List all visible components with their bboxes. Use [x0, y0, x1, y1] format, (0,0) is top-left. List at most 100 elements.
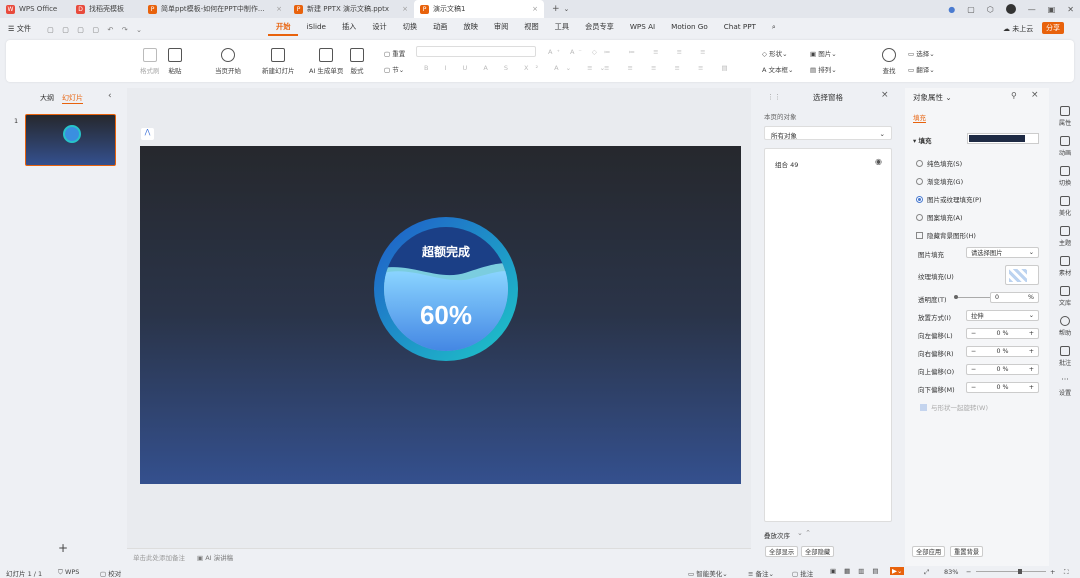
tab-wps-ai[interactable]: WPS AI: [622, 22, 663, 36]
select-button[interactable]: ▭ 选择⌄: [908, 48, 935, 58]
ai-generate-button[interactable]: AI 生成单页: [309, 48, 343, 75]
search-icon[interactable]: ⌕: [764, 22, 784, 36]
slider-handle[interactable]: [954, 295, 958, 299]
object-filter-select[interactable]: 所有对象 ⌄: [764, 126, 892, 140]
progress-graphic[interactable]: 超额完成 60%: [140, 146, 741, 484]
offset-left-stepper[interactable]: − 0 % +: [966, 328, 1039, 339]
chevron-down-icon[interactable]: ⌄: [564, 5, 570, 13]
ai-notes-button[interactable]: ▣ AI 演讲稿: [197, 552, 233, 562]
collapse-icon[interactable]: ‹: [108, 91, 112, 101]
format-painter-button[interactable]: 格式刷: [140, 48, 160, 75]
tab-wps-office[interactable]: W WPS Office: [0, 0, 70, 18]
sidebar-item-assets[interactable]: 素材: [1050, 256, 1080, 277]
sidebar-item-transition[interactable]: 切换: [1050, 166, 1080, 187]
shape-button[interactable]: ◇ 形状⌄: [762, 48, 788, 58]
slide-canvas[interactable]: 超额完成 60%: [140, 146, 741, 484]
pattern-fill-option[interactable]: 图案填充(A): [916, 212, 963, 222]
picture-button[interactable]: ▣ 图片⌄: [810, 48, 837, 58]
comments-button[interactable]: ▢ 批注: [792, 568, 813, 578]
menu-icon[interactable]: ☰ 文件: [0, 24, 39, 34]
close-icon[interactable]: ×: [881, 90, 889, 100]
transparency-slider[interactable]: [954, 295, 991, 299]
hide-background-checkbox[interactable]: 隐藏背景图形(H): [916, 230, 976, 240]
solid-fill-option[interactable]: 纯色填充(S): [916, 158, 962, 168]
smart-beautify-button[interactable]: ▭ 智能美化⌄: [688, 568, 728, 578]
zoom-slider[interactable]: [976, 569, 1046, 574]
picture-fill-select[interactable]: 请选择图片 ⌄: [966, 247, 1039, 258]
cube-icon[interactable]: ⬡: [987, 5, 994, 14]
plus-icon[interactable]: +: [1029, 348, 1034, 355]
font-name-select[interactable]: [416, 46, 536, 57]
tab-design[interactable]: 设计: [364, 22, 394, 36]
font-style-buttons[interactable]: B I U A S X² A⌄ ≡⌄: [424, 64, 612, 72]
sidebar-item-settings[interactable]: ··· 设置: [1050, 376, 1080, 398]
tab-slideshow[interactable]: 放映: [456, 22, 486, 36]
tab-chat-ppt[interactable]: Chat PPT: [716, 22, 764, 36]
tab-doc-1[interactable]: P 简单ppt模板-如何在PPT中制作... ×: [142, 0, 288, 18]
paste-button[interactable]: 粘贴: [168, 48, 182, 75]
font-size-controls[interactable]: A⁺ A⁻ ◇: [548, 48, 601, 56]
rotate-with-shape-checkbox[interactable]: 与形状一起旋转(W): [920, 402, 988, 412]
proofread-button[interactable]: ▢ 校对: [100, 568, 121, 578]
close-icon[interactable]: ×: [1031, 90, 1039, 100]
move-down-icon[interactable]: ⌄ ⌃: [797, 529, 811, 537]
sidebar-item-library[interactable]: 文库: [1050, 286, 1080, 307]
fit-icon[interactable]: ⤢: [924, 568, 929, 577]
object-item[interactable]: 组合 49: [775, 159, 798, 169]
plus-icon[interactable]: +: [1029, 384, 1034, 391]
slideshow-button[interactable]: ▶⌄: [890, 567, 905, 575]
wps-status[interactable]: ⛉ WPS: [58, 568, 79, 577]
plus-icon[interactable]: +: [1029, 330, 1034, 337]
translate-button[interactable]: ▭ 翻译⌄: [908, 64, 935, 74]
apply-all-button[interactable]: 全部应用: [912, 546, 946, 557]
tab-islide[interactable]: iSlide: [298, 22, 334, 36]
minus-icon[interactable]: −: [971, 366, 976, 373]
transparency-stepper[interactable]: 0%: [990, 292, 1039, 303]
offset-up-stepper[interactable]: − 0 % +: [966, 364, 1039, 375]
share-button[interactable]: 分享: [1042, 22, 1064, 34]
maximize-icon[interactable]: ▣: [1048, 5, 1056, 14]
layout-button[interactable]: 版式: [350, 48, 364, 75]
texture-picker[interactable]: [1005, 265, 1039, 285]
new-tab-icon[interactable]: +: [552, 4, 560, 14]
eye-icon[interactable]: ◉: [875, 157, 882, 166]
fill-color-picker[interactable]: [967, 133, 1039, 144]
plus-icon[interactable]: +: [1029, 366, 1034, 373]
tab-tools[interactable]: 工具: [547, 22, 577, 36]
notes-button[interactable]: ≡ 备注⌄: [748, 568, 774, 578]
sidebar-item-properties[interactable]: 属性: [1050, 106, 1080, 127]
pin-icon[interactable]: ⚲: [1011, 91, 1017, 100]
sidebar-item-help[interactable]: 帮助: [1050, 316, 1080, 337]
tab-docer[interactable]: D 找稻壳模板: [70, 0, 142, 18]
fill-section-toggle[interactable]: ▾ 填充: [913, 135, 932, 145]
minus-icon[interactable]: −: [971, 348, 976, 355]
zoom-in-icon[interactable]: +: [1050, 568, 1055, 576]
placement-select[interactable]: 拉伸 ⌄: [966, 310, 1039, 321]
section-button[interactable]: ▢ 节⌄: [384, 64, 404, 74]
tab-doc-active[interactable]: P 演示文稿1 ×: [414, 0, 544, 18]
arrange-button[interactable]: ▤ 排列⌄: [810, 64, 837, 74]
alignment-controls[interactable]: ≡ ≡ ≡ ≡ ≡ ▤: [604, 64, 736, 72]
tab-view[interactable]: 视图: [516, 22, 546, 36]
offset-down-stepper[interactable]: − 0 % +: [966, 382, 1039, 393]
slides-tab[interactable]: 幻灯片: [62, 93, 83, 104]
sidebar-item-animation[interactable]: 动画: [1050, 136, 1080, 157]
new-slide-button[interactable]: 新建幻灯片: [262, 48, 295, 75]
add-slide-button[interactable]: +: [58, 541, 68, 555]
hide-all-button[interactable]: 全部隐藏: [801, 546, 835, 557]
tab-doc-2[interactable]: P 新建 PPTX 演示文稿.pptx ×: [288, 0, 414, 18]
close-icon[interactable]: ×: [402, 5, 408, 13]
zoom-out-icon[interactable]: −: [966, 568, 971, 576]
properties-title[interactable]: 对象属性 ⌄: [913, 92, 952, 103]
notes-bar[interactable]: 单击此处添加备注 ▣ AI 演讲稿: [127, 548, 751, 562]
tab-insert[interactable]: 插入: [334, 22, 364, 36]
picture-fill-option[interactable]: 图片或纹理填充(P): [916, 194, 982, 204]
fill-tab[interactable]: 填充: [913, 112, 926, 123]
tab-motion-go[interactable]: Motion Go: [663, 22, 716, 36]
avatar[interactable]: [1005, 4, 1016, 14]
close-icon[interactable]: ×: [532, 5, 538, 13]
sidebar-item-comments[interactable]: 批注: [1050, 346, 1080, 367]
reset-background-button[interactable]: 重置背景: [950, 546, 984, 557]
paragraph-controls[interactable]: ≔ ≔ ≡ ≡ ≡: [604, 48, 714, 56]
tab-animation[interactable]: 动画: [425, 22, 455, 36]
